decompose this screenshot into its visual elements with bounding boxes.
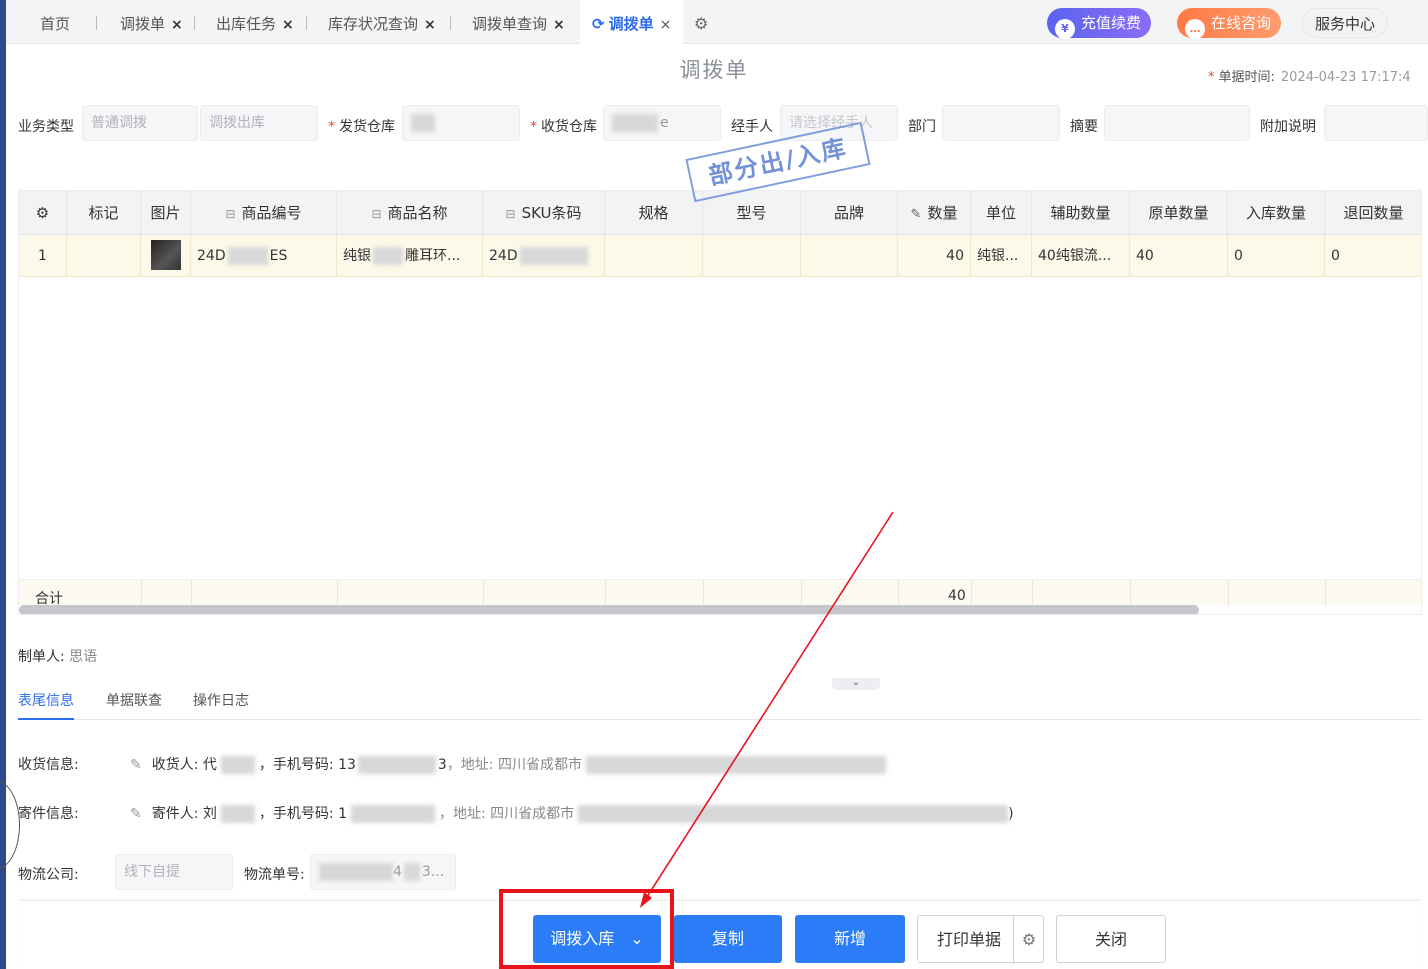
annotation-arrow — [640, 511, 894, 908]
